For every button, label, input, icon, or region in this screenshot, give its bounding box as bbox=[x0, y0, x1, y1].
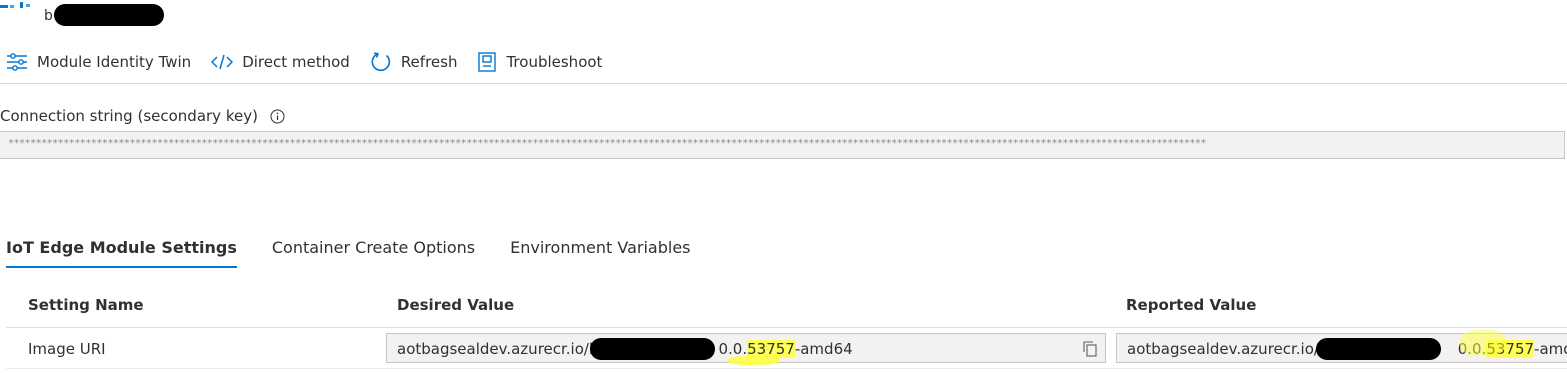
connection-string-label-text: Connection string (secondary key) bbox=[0, 107, 258, 125]
tab-container-create-options[interactable]: Container Create Options bbox=[272, 236, 475, 268]
column-header-desired-value: Desired Value bbox=[397, 296, 515, 314]
reported-value-suffix: -amd64 bbox=[1534, 340, 1567, 358]
direct-method-label: Direct method bbox=[242, 53, 350, 71]
troubleshoot-label: Troubleshoot bbox=[506, 53, 603, 71]
sliders-icon bbox=[7, 53, 27, 71]
table-header-divider bbox=[6, 327, 1567, 328]
copy-icon[interactable] bbox=[1083, 341, 1097, 357]
module-identity-twin-button[interactable]: Module Identity Twin bbox=[6, 48, 191, 76]
info-icon[interactable] bbox=[270, 109, 285, 124]
module-title: b bbox=[44, 8, 53, 24]
module-logo-icon bbox=[0, 2, 30, 8]
tab-iot-edge-module-settings[interactable]: IoT Edge Module Settings bbox=[6, 236, 237, 268]
desired-value-prefix: aotbagsealdev.azurecr.io/b bbox=[397, 340, 599, 358]
module-identity-twin-label: Module Identity Twin bbox=[37, 53, 192, 71]
highlighter-mark bbox=[728, 356, 780, 365]
table-row-divider bbox=[6, 368, 1567, 369]
code-icon bbox=[211, 54, 234, 70]
toolbar-divider bbox=[0, 83, 1567, 84]
column-header-setting-name: Setting Name bbox=[28, 296, 144, 314]
redaction-mark bbox=[1316, 338, 1441, 360]
direct-method-button[interactable]: Direct method bbox=[211, 48, 350, 76]
toolbar: Module Identity Twin Direct method Refre… bbox=[0, 48, 622, 76]
tab-environment-variables[interactable]: Environment Variables bbox=[510, 236, 690, 268]
redaction-mark bbox=[590, 338, 715, 360]
refresh-label: Refresh bbox=[400, 53, 458, 71]
connection-string-field[interactable]: ****************************************… bbox=[0, 131, 1565, 159]
settings-tabs: IoT Edge Module Settings Container Creat… bbox=[6, 236, 726, 270]
reported-value-prefix: aotbagsealdev.azurecr.io/ba bbox=[1127, 340, 1338, 358]
highlighter-mark bbox=[1460, 330, 1506, 356]
setting-name-image-uri: Image URI bbox=[28, 340, 106, 358]
desired-value-suffix: -amd64 bbox=[794, 340, 853, 358]
connection-string-label: Connection string (secondary key) bbox=[0, 107, 285, 125]
troubleshoot-button[interactable]: Troubleshoot bbox=[477, 48, 602, 76]
column-header-reported-value: Reported Value bbox=[1126, 296, 1257, 314]
troubleshoot-icon bbox=[478, 52, 497, 72]
redaction-mark bbox=[54, 4, 164, 26]
refresh-button[interactable]: Refresh bbox=[370, 48, 458, 76]
refresh-icon bbox=[371, 52, 390, 72]
